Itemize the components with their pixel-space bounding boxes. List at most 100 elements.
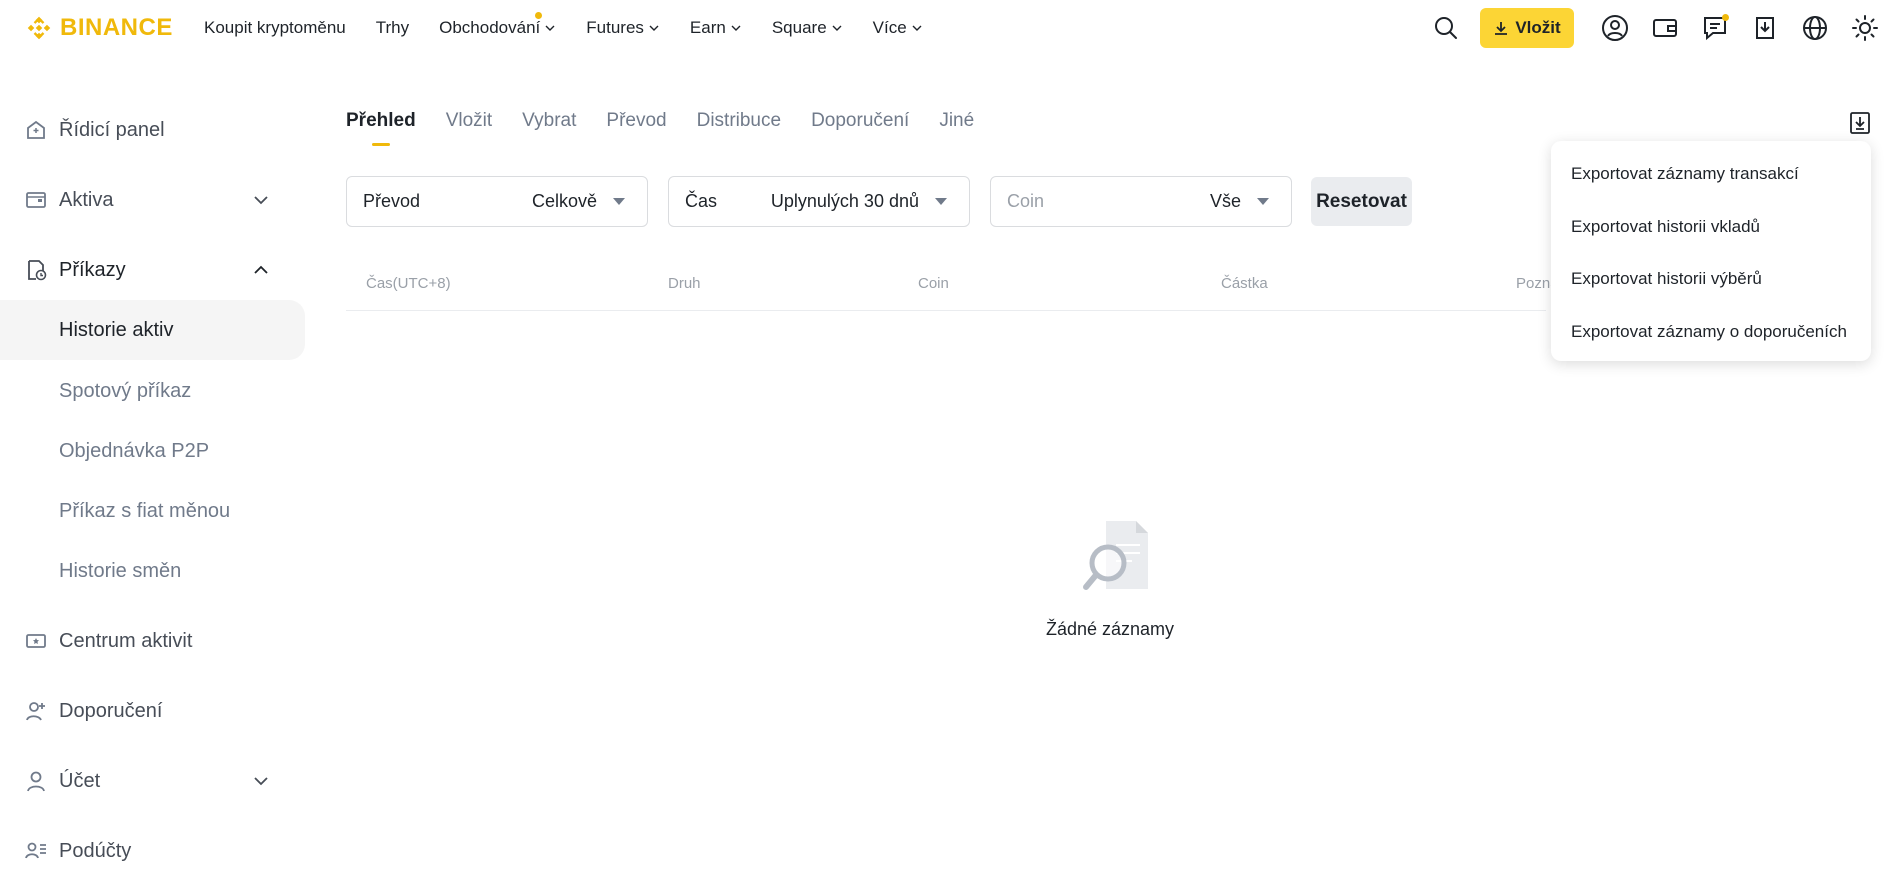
- wallet-icon[interactable]: [1651, 14, 1679, 42]
- tab-transfer[interactable]: Převod: [606, 110, 666, 140]
- sidebar-item-label: Centrum aktivit: [59, 629, 193, 652]
- nav-more[interactable]: Více: [873, 18, 923, 38]
- sidebar-item-assets[interactable]: Aktiva: [0, 170, 305, 230]
- nav-markets[interactable]: Trhy: [376, 18, 409, 38]
- chevron-up-icon: [254, 265, 268, 274]
- chevron-down-icon: [912, 25, 922, 31]
- sidebar-item-label: Aktiva: [59, 188, 114, 211]
- sidebar-subitem-label: Příkaz s fiat měnou: [59, 499, 231, 522]
- no-records-icon: [1083, 521, 1148, 590]
- ticket-icon: [24, 629, 48, 653]
- sidebar-item-label: Podúčty: [59, 839, 132, 862]
- nav-trade[interactable]: Obchodování: [439, 12, 556, 38]
- sidebar-item-dashboard[interactable]: Řídicí panel: [0, 100, 305, 160]
- deposit-label: Vložit: [1515, 18, 1561, 37]
- sidebar-item-account[interactable]: Účet: [0, 751, 305, 811]
- filter-label: Čas: [685, 191, 718, 211]
- sidebar-subitem-p2p-order[interactable]: Objednávka P2P: [0, 421, 305, 481]
- column-header-type: Druh: [668, 275, 701, 292]
- empty-state-text: Žádné záznamy: [1045, 619, 1175, 639]
- nav-futures[interactable]: Futures: [586, 18, 660, 38]
- sidebar-subitem-asset-history[interactable]: Historie aktiv: [0, 300, 305, 360]
- sidebar-subitem-spot-order[interactable]: Spotový příkaz: [0, 361, 305, 421]
- download-arrow-icon: [1495, 22, 1508, 35]
- tab-distribution[interactable]: Distribuce: [697, 110, 781, 140]
- chevron-down-icon: [545, 25, 555, 31]
- caret-down-icon: [613, 198, 625, 205]
- top-navigation-bar: BINANCE Koupit kryptoměnu Trhy Obchodová…: [0, 0, 1897, 56]
- column-header-amount: Částka: [1221, 275, 1268, 292]
- column-header-time: Čas(UTC+8): [366, 275, 451, 292]
- notification-dot: [1722, 14, 1729, 21]
- binance-logo-icon: [27, 16, 51, 40]
- table-header-divider: [346, 310, 1546, 311]
- brand-name: BINANCE: [60, 14, 173, 41]
- binance-logo[interactable]: BINANCE: [24, 13, 173, 43]
- export-dropdown-menu: Exportovat záznamy transakcí Exportovat …: [1551, 141, 1871, 361]
- nav-label: Square: [771, 18, 827, 37]
- filter-label: Převod: [363, 191, 421, 211]
- tab-deposit[interactable]: Vložit: [446, 110, 492, 140]
- messages-icon[interactable]: [1701, 14, 1729, 42]
- type-filter-select[interactable]: Převod Celkově: [346, 176, 648, 227]
- filter-placeholder: Coin: [1007, 191, 1045, 211]
- notification-dot: [535, 12, 543, 19]
- deposit-button[interactable]: Vložit: [1480, 8, 1574, 48]
- chevron-down-icon: [649, 25, 659, 31]
- user-icon[interactable]: [1601, 14, 1629, 42]
- sidebar-subitem-label: Historie aktiv: [59, 318, 174, 341]
- nav-label: Více: [872, 18, 907, 37]
- column-header-coin: Coin: [918, 275, 949, 292]
- sidebar-item-orders[interactable]: Příkazy: [0, 240, 305, 300]
- nav-square[interactable]: Square: [772, 18, 843, 38]
- time-filter-select[interactable]: Čas Uplynulých 30 dnů: [668, 176, 970, 227]
- theme-sun-icon[interactable]: [1851, 14, 1879, 42]
- user-icon: [24, 769, 48, 793]
- nav-label: Koupit kryptoměnu: [204, 18, 346, 37]
- user-list-icon: [24, 839, 48, 863]
- nav-label: Earn: [689, 18, 726, 37]
- sidebar-subitem-fiat-order[interactable]: Příkaz s fiat měnou: [0, 481, 305, 541]
- sidebar-item-subaccounts[interactable]: Podúčty: [0, 821, 305, 870]
- caret-down-icon: [935, 198, 947, 205]
- export-download-icon[interactable]: [1847, 110, 1873, 136]
- add-user-icon: [24, 699, 48, 723]
- export-referrals-item[interactable]: Exportovat záznamy o doporučeních: [1571, 322, 1847, 342]
- sidebar-item-label: Řídicí panel: [59, 118, 165, 141]
- nav-earn[interactable]: Earn: [690, 18, 742, 38]
- wallet-icon: [24, 188, 48, 212]
- export-transactions-item[interactable]: Exportovat záznamy transakcí: [1571, 164, 1799, 184]
- chevron-down-icon: [254, 777, 268, 786]
- nav-label: Futures: [586, 18, 644, 37]
- globe-icon[interactable]: [1801, 14, 1829, 42]
- sidebar-subitem-label: Objednávka P2P: [59, 439, 210, 462]
- chevron-down-icon: [731, 25, 741, 31]
- home-icon: [24, 118, 48, 142]
- filter-value: Celkově: [531, 191, 597, 211]
- tab-referral[interactable]: Doporučení: [811, 110, 909, 140]
- export-deposits-item[interactable]: Exportovat historii vkladů: [1571, 217, 1760, 237]
- sidebar-item-referral[interactable]: Doporučení: [0, 681, 305, 741]
- sidebar-item-label: Doporučení: [59, 699, 163, 722]
- sidebar-item-label: Příkazy: [59, 258, 126, 281]
- download-icon[interactable]: [1751, 14, 1779, 42]
- nav-label: Obchodování: [439, 18, 541, 37]
- orders-clock-icon: [24, 258, 48, 282]
- sidebar-item-label: Účet: [59, 769, 101, 792]
- filter-value: Vše: [1209, 191, 1241, 211]
- caret-down-icon: [1257, 198, 1269, 205]
- chevron-down-icon: [254, 196, 268, 205]
- sidebar-subitem-label: Spotový příkaz: [59, 379, 192, 402]
- main-nav: Koupit kryptoměnu Trhy Obchodování Futur…: [204, 0, 923, 56]
- reset-button[interactable]: Resetovat: [1311, 177, 1412, 226]
- export-withdrawals-item[interactable]: Exportovat historii výběrů: [1571, 269, 1762, 289]
- history-tabs: Přehled Vložit Vybrat Převod Distribuce …: [346, 110, 974, 146]
- search-icon[interactable]: [1432, 14, 1460, 42]
- nav-buy-crypto[interactable]: Koupit kryptoměnu: [204, 18, 346, 38]
- coin-filter-select[interactable]: Coin Vše: [990, 176, 1292, 227]
- tab-other[interactable]: Jiné: [939, 110, 974, 140]
- sidebar-subitem-convert-history[interactable]: Historie směn: [0, 541, 305, 601]
- sidebar-item-activity-center[interactable]: Centrum aktivit: [0, 611, 305, 671]
- tab-withdraw[interactable]: Vybrat: [522, 110, 576, 140]
- tab-overview[interactable]: Přehled: [346, 110, 416, 146]
